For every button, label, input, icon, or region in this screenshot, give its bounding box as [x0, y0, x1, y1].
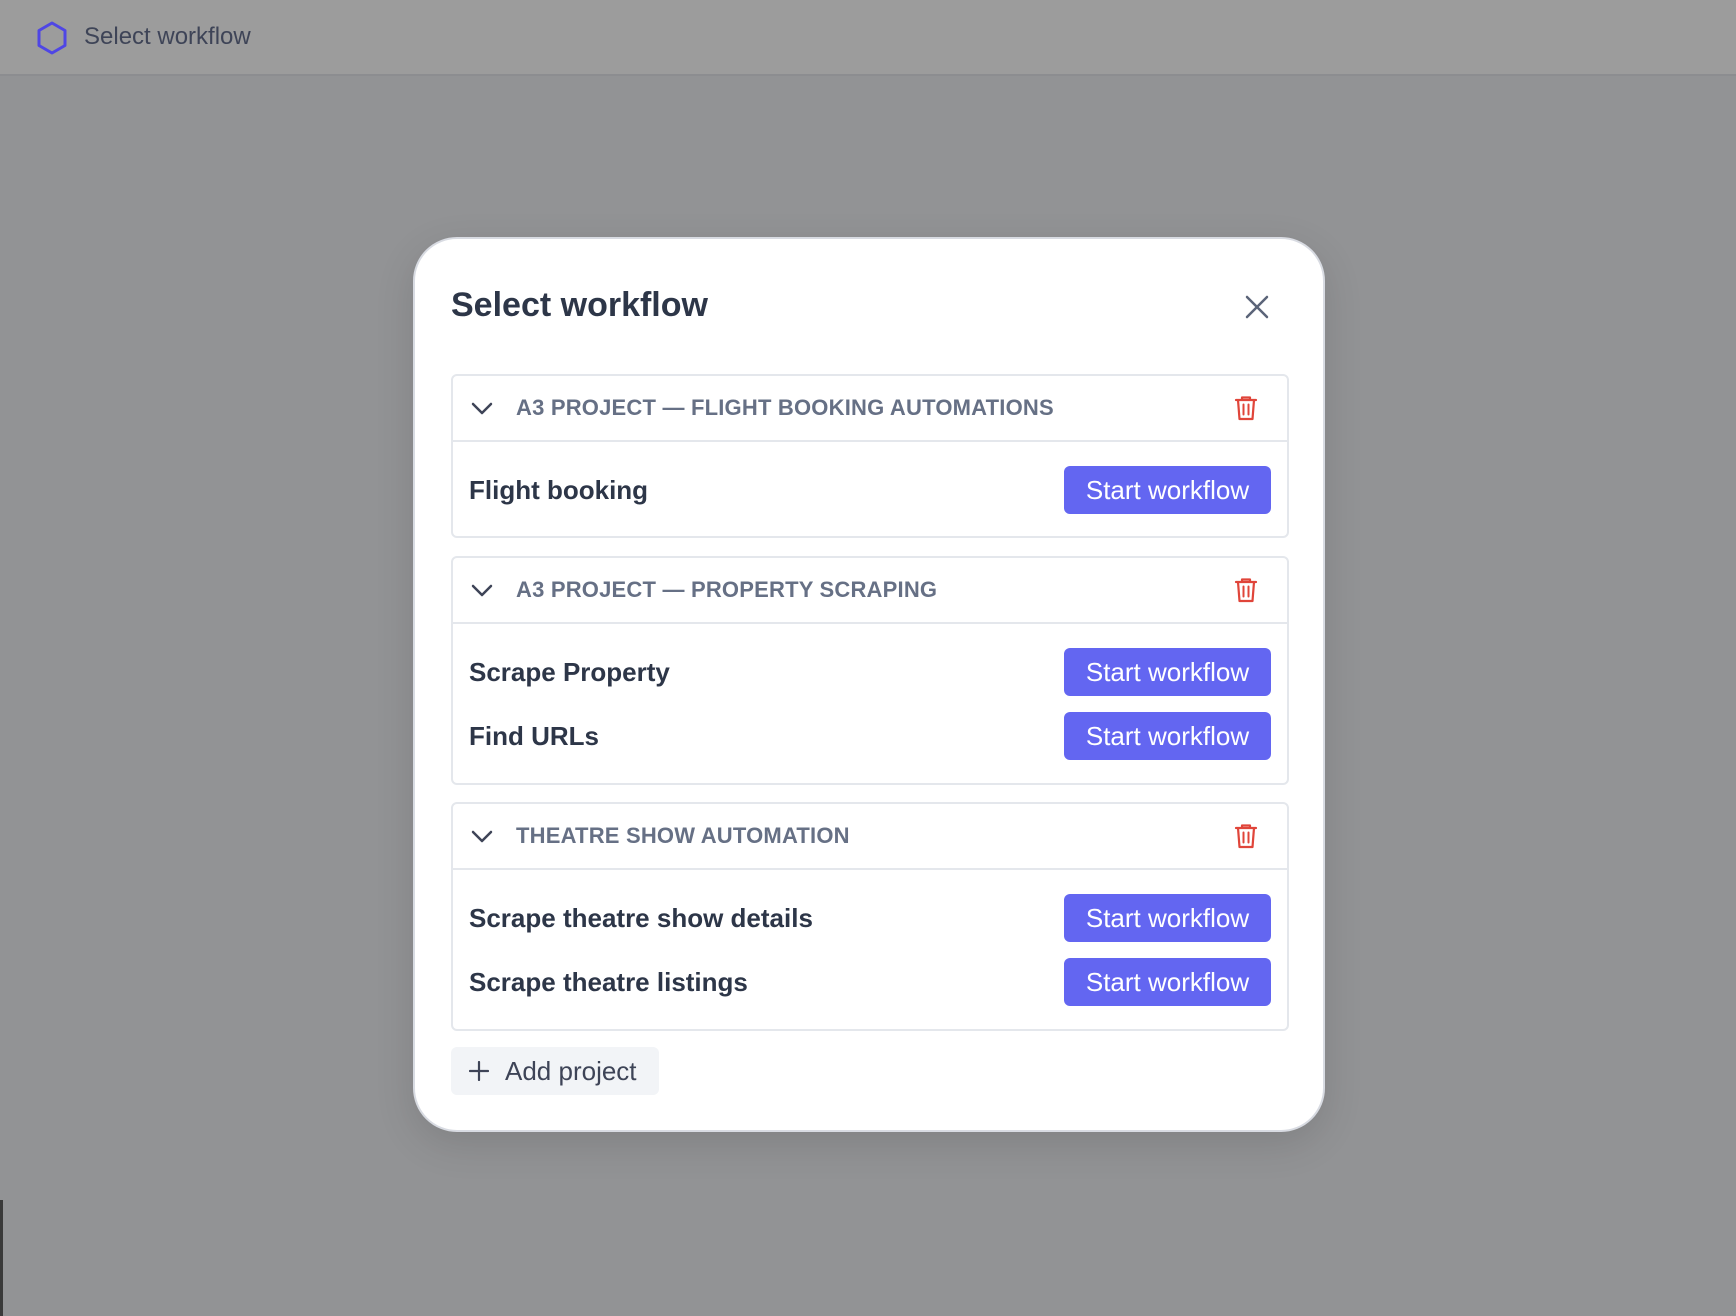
add-project-button[interactable]: Add project [451, 1047, 659, 1095]
trash-icon[interactable] [1233, 576, 1259, 604]
add-project-label: Add project [505, 1056, 637, 1086]
workflow-name: Flight booking [469, 475, 649, 505]
project-header: THEATRE SHOW AUTOMATION [453, 804, 1287, 870]
project-card: THEATRE SHOW AUTOMATION Scrape theatre s… [451, 802, 1289, 1031]
hexagon-icon [37, 21, 67, 55]
start-workflow-button[interactable]: Start workflow [1064, 712, 1271, 760]
workflow-name: Scrape Property [469, 657, 670, 687]
workflow-name: Scrape theatre listings [469, 967, 748, 997]
select-workflow-modal: Select workflow A3 PROJECT — FLIGHT BOOK… [413, 237, 1325, 1132]
start-workflow-button[interactable]: Start workflow [1064, 466, 1271, 514]
workflow-row: Scrape Property Start workflow [453, 640, 1287, 704]
start-workflow-button[interactable]: Start workflow [1064, 648, 1271, 696]
close-icon[interactable] [1241, 291, 1273, 323]
chevron-down-icon[interactable] [469, 824, 495, 848]
start-workflow-button[interactable]: Start workflow [1064, 894, 1271, 942]
top-bar: Select workflow [0, 0, 1736, 76]
chevron-down-icon[interactable] [469, 396, 495, 420]
modal-title: Select workflow [451, 286, 708, 324]
project-name: THEATRE SHOW AUTOMATION [516, 823, 850, 848]
workflow-row: Find URLs Start workflow [453, 704, 1287, 768]
workflow-name: Find URLs [469, 721, 599, 751]
workflow-row: Scrape theatre listings Start workflow [453, 950, 1287, 1014]
project-card: A3 PROJECT — PROPERTY SCRAPING Scrape Pr… [451, 556, 1289, 785]
start-workflow-button[interactable]: Start workflow [1064, 958, 1271, 1006]
project-card: A3 PROJECT — FLIGHT BOOKING AUTOMATIONS … [451, 374, 1289, 538]
window-edge [0, 1200, 3, 1316]
workflow-row: Flight booking Start workflow [453, 458, 1287, 522]
project-name: A3 PROJECT — FLIGHT BOOKING AUTOMATIONS [516, 395, 1054, 420]
app-title: Select workflow [84, 23, 251, 50]
plus-icon [469, 1061, 489, 1081]
workflow-row: Scrape theatre show details Start workfl… [453, 886, 1287, 950]
project-header: A3 PROJECT — FLIGHT BOOKING AUTOMATIONS [453, 376, 1287, 442]
project-name: A3 PROJECT — PROPERTY SCRAPING [516, 577, 938, 602]
trash-icon[interactable] [1233, 822, 1259, 850]
workflow-name: Scrape theatre show details [469, 903, 813, 933]
chevron-down-icon[interactable] [469, 578, 495, 602]
project-header: A3 PROJECT — PROPERTY SCRAPING [453, 558, 1287, 624]
trash-icon[interactable] [1233, 394, 1259, 422]
